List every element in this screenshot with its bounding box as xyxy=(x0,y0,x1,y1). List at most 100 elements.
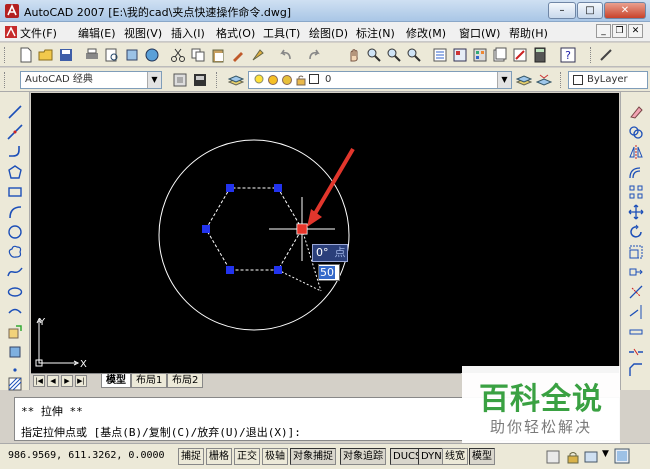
layer-previous-icon[interactable] xyxy=(536,72,552,88)
osnap-toggle[interactable]: 对象捕捉 xyxy=(290,448,336,465)
pan-icon[interactable] xyxy=(346,47,362,63)
communication-center-icon[interactable] xyxy=(546,450,560,464)
drawing-area[interactable]: Y X xyxy=(31,93,619,373)
arc-icon[interactable] xyxy=(7,204,23,220)
menu-modify[interactable]: 修改(M) xyxy=(406,25,446,41)
trim-icon[interactable] xyxy=(628,284,644,300)
hatch-icon[interactable] xyxy=(7,376,23,392)
document-icon[interactable] xyxy=(4,25,18,39)
maximize-button[interactable]: □ xyxy=(577,2,603,19)
lineweight-toggle[interactable]: 线宽 xyxy=(442,448,468,465)
snap-toggle[interactable]: 捕捉 xyxy=(178,448,204,465)
menu-tools[interactable]: 工具(T) xyxy=(263,25,300,41)
copy-object-icon[interactable] xyxy=(628,124,644,140)
markup-icon[interactable] xyxy=(512,47,528,63)
lock-icon[interactable] xyxy=(295,74,307,86)
make-block-icon[interactable] xyxy=(7,344,23,360)
paste-icon[interactable] xyxy=(210,47,226,63)
line-icon[interactable] xyxy=(7,104,23,120)
viewport-freeze-icon[interactable] xyxy=(281,74,293,86)
toolbar-grip[interactable] xyxy=(590,47,593,63)
menu-insert[interactable]: 插入(I) xyxy=(171,25,205,41)
dyn-toggle[interactable]: DYN xyxy=(418,448,445,465)
menu-edit[interactable]: 编辑(E) xyxy=(78,25,116,41)
tab-layout1[interactable]: 布局1 xyxy=(131,374,168,388)
layer-dropdown[interactable]: 0 ▼ xyxy=(248,71,512,89)
open-icon[interactable] xyxy=(38,47,54,63)
menu-format[interactable]: 格式(O) xyxy=(216,25,255,41)
annotation-icon[interactable] xyxy=(584,450,598,464)
clean-screen-icon[interactable] xyxy=(614,448,630,464)
rotate-icon[interactable] xyxy=(628,224,644,240)
scale-icon[interactable] xyxy=(628,244,644,260)
construction-line-icon[interactable] xyxy=(7,124,23,140)
lock-icon[interactable] xyxy=(566,450,580,464)
plot-preview-icon[interactable] xyxy=(104,47,120,63)
model-toggle[interactable]: 模型 xyxy=(469,448,495,465)
close-button[interactable]: ✕ xyxy=(604,2,646,19)
minimize-button[interactable]: – xyxy=(548,2,576,19)
copy-icon[interactable] xyxy=(190,47,206,63)
next-tab-button[interactable]: ▶ xyxy=(61,375,73,387)
toolbar-grip[interactable] xyxy=(560,72,563,88)
last-tab-button[interactable]: ▶| xyxy=(75,375,87,387)
stretch-icon[interactable] xyxy=(628,264,644,280)
menu-file[interactable]: 文件(F) xyxy=(20,25,57,41)
undo-icon[interactable] xyxy=(278,47,294,63)
ellipse-arc-icon[interactable] xyxy=(7,304,23,320)
toolbar-grip[interactable] xyxy=(4,72,7,88)
offset-icon[interactable] xyxy=(628,164,644,180)
chamfer-icon[interactable] xyxy=(628,362,644,378)
grip-hot[interactable] xyxy=(296,223,308,235)
grip-bottom-right[interactable] xyxy=(274,266,282,274)
menu-window[interactable]: 窗口(W) xyxy=(459,25,500,41)
command-prompt-line[interactable]: 指定拉伸点或 [基点(B)/复制(C)/放弃(U)/退出(X)]: xyxy=(21,424,301,440)
workspace-settings-icon[interactable] xyxy=(172,72,188,88)
polyline-icon[interactable] xyxy=(7,144,23,160)
join-icon[interactable] xyxy=(628,344,644,360)
coordinate-readout[interactable]: 986.9569, 611.3262, 0.0000 xyxy=(8,450,165,461)
make-object-layer-current-icon[interactable] xyxy=(516,72,532,88)
zoom-window-icon[interactable] xyxy=(386,47,402,63)
insert-block-icon[interactable] xyxy=(7,324,23,340)
workspace-dropdown[interactable]: AutoCAD 经典 ▼ xyxy=(20,71,162,89)
toolbar-grip[interactable] xyxy=(4,47,7,63)
help-icon[interactable]: ? xyxy=(560,47,576,63)
dimension-style-icon[interactable] xyxy=(598,47,614,63)
calculator-icon[interactable] xyxy=(532,47,548,63)
chevron-down-icon[interactable]: ▼ xyxy=(602,449,609,459)
sun-icon[interactable] xyxy=(267,74,279,86)
grid-toggle[interactable]: 栅格 xyxy=(206,448,232,465)
grip-left[interactable] xyxy=(202,225,210,233)
circle-icon[interactable] xyxy=(7,224,23,240)
extend-icon[interactable] xyxy=(628,304,644,320)
properties-icon[interactable] xyxy=(432,47,448,63)
match-properties-icon[interactable] xyxy=(230,47,246,63)
move-icon[interactable] xyxy=(628,204,644,220)
array-icon[interactable] xyxy=(628,184,644,200)
lightbulb-icon[interactable] xyxy=(253,74,265,86)
chevron-down-icon[interactable]: ▼ xyxy=(147,72,161,88)
otrack-toggle[interactable]: 对象追踪 xyxy=(340,448,386,465)
large-circle[interactable] xyxy=(158,139,350,331)
menu-help[interactable]: 帮助(H) xyxy=(509,25,548,41)
layer-manager-icon[interactable] xyxy=(228,72,244,88)
color-dropdown[interactable]: ByLayer xyxy=(568,71,648,89)
autocad-app-icon[interactable] xyxy=(4,3,20,19)
dynamic-distance-input[interactable]: 50 xyxy=(318,264,340,281)
doc-close-button[interactable]: ✕ xyxy=(628,24,643,38)
first-tab-button[interactable]: |◀ xyxy=(33,375,45,387)
rectangle-icon[interactable] xyxy=(7,184,23,200)
publish-icon[interactable] xyxy=(124,47,140,63)
menu-view[interactable]: 视图(V) xyxy=(124,25,162,41)
menu-dimension[interactable]: 标注(N) xyxy=(356,25,395,41)
cut-icon[interactable] xyxy=(170,47,186,63)
tool-palettes-icon[interactable] xyxy=(472,47,488,63)
menu-draw[interactable]: 绘图(D) xyxy=(309,25,348,41)
tab-model[interactable]: 模型 xyxy=(101,374,131,388)
spline-icon[interactable] xyxy=(7,264,23,280)
chevron-down-icon[interactable]: ▼ xyxy=(497,72,511,88)
erase-icon[interactable] xyxy=(628,104,644,120)
doc-minimize-button[interactable]: _ xyxy=(596,24,611,38)
print-icon[interactable] xyxy=(84,47,100,63)
